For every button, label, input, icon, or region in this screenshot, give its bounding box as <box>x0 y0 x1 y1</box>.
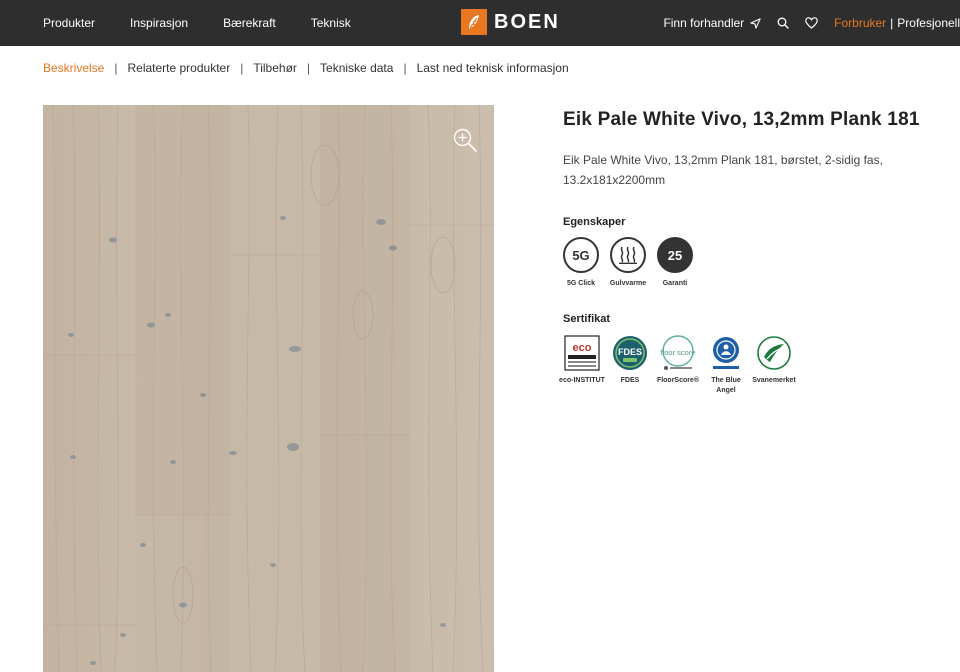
professional-link[interactable]: Profesjonell <box>897 16 960 30</box>
eco-institut-icon: eco <box>564 335 600 371</box>
certificates-heading: Sertifikat <box>563 313 611 325</box>
cert-label: eco-INSTITUT <box>559 377 605 384</box>
product-info: Eik Pale White Vivo, 13,2mm Plank 181 Ei… <box>559 105 943 396</box>
tab-tekniske-data[interactable]: Tekniske data <box>320 61 393 75</box>
nav-item-teknisk[interactable]: Teknisk <box>311 16 351 30</box>
product-subnav: Beskrivelse | Relaterte produkter | Tilb… <box>43 61 569 75</box>
product-title: Eik Pale White Vivo, 13,2mm Plank 181 <box>563 109 920 130</box>
warranty-25-icon: 25 <box>657 237 693 273</box>
subnav-divider: | <box>403 61 407 75</box>
property-gulvvarme[interactable]: Gulvvarme <box>610 237 646 287</box>
cert-label: FloorScore® <box>656 377 700 384</box>
product-description: Eik Pale White Vivo, 13,2mm Plank 181, b… <box>563 153 883 187</box>
location-arrow-icon <box>750 17 761 29</box>
property-label: 5G Click <box>566 280 595 287</box>
nav-item-inspirasjon[interactable]: Inspirasjon <box>130 16 188 30</box>
eco-badge-text: eco <box>573 342 592 354</box>
nordic-swan-icon <box>756 335 792 371</box>
fdes-badge-text: FDES <box>618 347 642 357</box>
search-icon[interactable] <box>777 17 789 29</box>
heart-icon[interactable] <box>805 17 818 29</box>
floorscore-badge-text: floor score <box>660 348 695 357</box>
cert-fdes[interactable]: FDES FDES <box>611 335 649 386</box>
cert-svanemerket[interactable]: Svanemerket <box>752 335 796 386</box>
subnav-divider: | <box>306 61 311 75</box>
property-label: Garanti <box>662 280 688 287</box>
logo-text: BOEN <box>494 10 560 33</box>
nav-utilities: Finn forhandler Forbruker | Profesjonell <box>663 0 960 46</box>
nav-item-produkter[interactable]: Produkter <box>43 16 95 30</box>
zoom-in-icon[interactable] <box>452 127 478 158</box>
subnav-divider: | <box>114 61 118 75</box>
property-5g-click[interactable]: 5G 5G Click <box>563 237 599 287</box>
blue-angel-icon <box>708 335 744 371</box>
properties-heading: Egenskaper <box>563 216 626 228</box>
fdes-icon: FDES <box>612 335 648 371</box>
find-dealer-link[interactable]: Finn forhandler <box>663 16 761 30</box>
subnav-divider: | <box>240 61 244 75</box>
property-garanti[interactable]: 25 Garanti <box>657 237 693 287</box>
find-dealer-label: Finn forhandler <box>663 16 745 30</box>
cert-blue-angel[interactable]: The Blue Angel <box>707 335 745 396</box>
audience-separator: | <box>890 16 894 30</box>
cert-label: The Blue Angel <box>711 377 741 394</box>
properties-list: 5G 5G Click Gulvvarme 25 Garanti <box>563 237 943 287</box>
tab-tilbehor[interactable]: Tilbehør <box>253 61 297 75</box>
top-navigation: Produkter Inspirasjon Bærekraft Teknisk … <box>0 0 960 46</box>
main-menu: Produkter Inspirasjon Bærekraft Teknisk <box>43 0 351 46</box>
floorscore-icon: floor score <box>660 335 696 371</box>
tab-beskrivelse[interactable]: Beskrivelse <box>43 61 104 75</box>
tab-relaterte-produkter[interactable]: Relaterte produkter <box>127 61 230 75</box>
underfloor-heating-icon <box>610 237 646 273</box>
cert-label: Svanemerket <box>752 377 796 384</box>
cert-eco-institut[interactable]: eco eco-INSTITUT <box>559 335 605 386</box>
boen-logo[interactable]: BOEN <box>461 9 560 35</box>
product-image[interactable] <box>43 105 494 672</box>
boen-leaf-icon <box>461 9 487 35</box>
nav-item-baerekraft[interactable]: Bærekraft <box>223 16 276 30</box>
wood-plank-texture <box>43 105 494 672</box>
5g-click-icon: 5G <box>563 237 599 273</box>
tab-last-ned-teknisk-informasjon[interactable]: Last ned teknisk informasjon <box>417 61 569 75</box>
certificates-list: eco eco-INSTITUT FDES FDES floor score F… <box>559 335 943 396</box>
cert-floorscore[interactable]: floor score FloorScore® <box>657 335 699 386</box>
consumer-link[interactable]: Forbruker <box>834 16 886 30</box>
property-label: Gulvvarme <box>609 280 647 287</box>
cert-label: FDES <box>620 377 640 384</box>
